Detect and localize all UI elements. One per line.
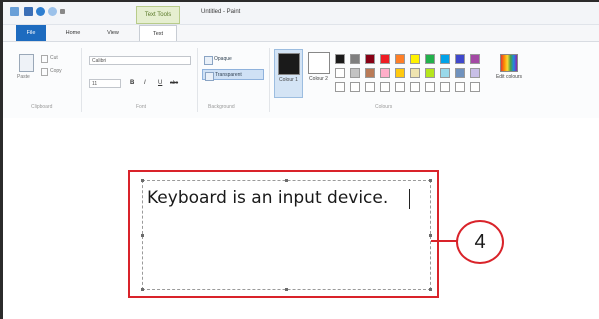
title-bar: Text Tools Untitled - Paint xyxy=(3,2,599,25)
palette-swatch[interactable] xyxy=(365,54,375,64)
opaque-option[interactable]: Opaque xyxy=(202,54,264,65)
redo-icon[interactable] xyxy=(48,7,57,16)
window-title: Untitled - Paint xyxy=(201,9,241,15)
palette-swatch[interactable] xyxy=(395,68,405,78)
palette-swatch[interactable] xyxy=(365,82,375,92)
palette-swatch[interactable] xyxy=(350,82,360,92)
paint-app-icon[interactable] xyxy=(10,7,19,16)
palette-swatch[interactable] xyxy=(395,54,405,64)
opaque-label: Opaque xyxy=(214,56,232,62)
save-icon[interactable] xyxy=(24,7,33,16)
palette-swatch[interactable] xyxy=(440,82,450,92)
palette-swatch[interactable] xyxy=(335,68,345,78)
palette-swatch[interactable] xyxy=(455,54,465,64)
ribbon-tabs: File Home View Text xyxy=(3,25,599,42)
paste-button[interactable]: Paste xyxy=(15,52,37,86)
step-callout: 4 xyxy=(456,220,504,264)
colours-group-label: Colours xyxy=(375,104,393,110)
palette-swatch[interactable] xyxy=(410,68,420,78)
annotation-highlight-box xyxy=(128,170,439,298)
copy-button[interactable]: Copy xyxy=(41,67,69,76)
tab-file[interactable]: File xyxy=(16,25,46,41)
palette-swatch[interactable] xyxy=(395,82,405,92)
palette-swatch[interactable] xyxy=(380,68,390,78)
undo-icon[interactable] xyxy=(36,7,45,16)
edit-colours-label: Edit colours xyxy=(495,74,523,80)
italic-button[interactable]: I xyxy=(144,80,146,86)
palette-swatch[interactable] xyxy=(380,82,390,92)
transparent-label: Transparent xyxy=(215,72,242,78)
ribbon: Paste Cut Copy Clipboard Calibri 11 B I … xyxy=(3,41,599,119)
tab-text[interactable]: Text xyxy=(139,25,177,42)
colour1-swatch xyxy=(278,53,300,75)
customize-qat-icon[interactable] xyxy=(60,9,65,14)
palette-swatch[interactable] xyxy=(335,82,345,92)
colour1-button[interactable]: Colour 1 xyxy=(274,49,303,98)
palette-swatch[interactable] xyxy=(410,54,420,64)
copy-label: Copy xyxy=(50,68,62,74)
palette-swatch[interactable] xyxy=(335,54,345,64)
colour2-label: Colour 2 xyxy=(309,76,328,82)
palette-swatch[interactable] xyxy=(425,82,435,92)
colour2-swatch xyxy=(308,52,330,74)
colour1-label: Colour 1 xyxy=(279,77,298,83)
edit-colours-icon xyxy=(500,54,518,72)
step-number: 4 xyxy=(474,231,486,253)
edit-colours-button[interactable]: Edit colours xyxy=(494,52,524,102)
group-divider xyxy=(269,48,270,112)
palette-swatch[interactable] xyxy=(455,68,465,78)
font-size-select[interactable]: 11 xyxy=(89,79,121,88)
palette-swatch[interactable] xyxy=(470,68,480,78)
colour2-button[interactable]: Colour 2 xyxy=(305,49,332,96)
palette-swatch[interactable] xyxy=(470,54,480,64)
transparent-icon xyxy=(205,72,214,81)
palette-swatch[interactable] xyxy=(440,68,450,78)
paste-label: Paste xyxy=(17,74,30,80)
palette-swatch[interactable] xyxy=(350,68,360,78)
clipboard-group-label: Clipboard xyxy=(31,104,53,110)
transparent-option[interactable]: Transparent xyxy=(202,69,264,81)
cut-label: Cut xyxy=(50,55,58,61)
context-tab-label: Text Tools xyxy=(136,6,180,24)
palette-swatch[interactable] xyxy=(410,82,420,92)
font-group-label: Font xyxy=(136,104,147,110)
palette-swatch[interactable] xyxy=(365,68,375,78)
bold-button[interactable]: B xyxy=(130,80,134,86)
tab-home[interactable]: Home xyxy=(56,25,90,41)
opaque-icon xyxy=(204,56,213,65)
underline-button[interactable]: U xyxy=(158,80,162,86)
palette-swatch[interactable] xyxy=(470,82,480,92)
tab-view[interactable]: View xyxy=(97,25,129,41)
group-divider xyxy=(197,48,198,112)
paste-icon xyxy=(19,54,34,72)
palette-swatch[interactable] xyxy=(350,54,360,64)
font-family-select[interactable]: Calibri xyxy=(89,56,191,65)
palette-swatch[interactable] xyxy=(455,82,465,92)
palette-swatch[interactable] xyxy=(380,54,390,64)
copy-icon xyxy=(41,68,48,76)
cut-button[interactable]: Cut xyxy=(41,54,69,63)
palette-swatch[interactable] xyxy=(425,54,435,64)
background-group-label: Background xyxy=(208,104,235,110)
strikethrough-button[interactable]: abc xyxy=(170,80,178,86)
palette-swatch[interactable] xyxy=(440,54,450,64)
palette-swatch[interactable] xyxy=(425,68,435,78)
scissors-icon xyxy=(41,55,48,63)
group-divider xyxy=(81,48,82,112)
paint-window: Text Tools Untitled - Paint File Home Vi… xyxy=(0,0,599,319)
